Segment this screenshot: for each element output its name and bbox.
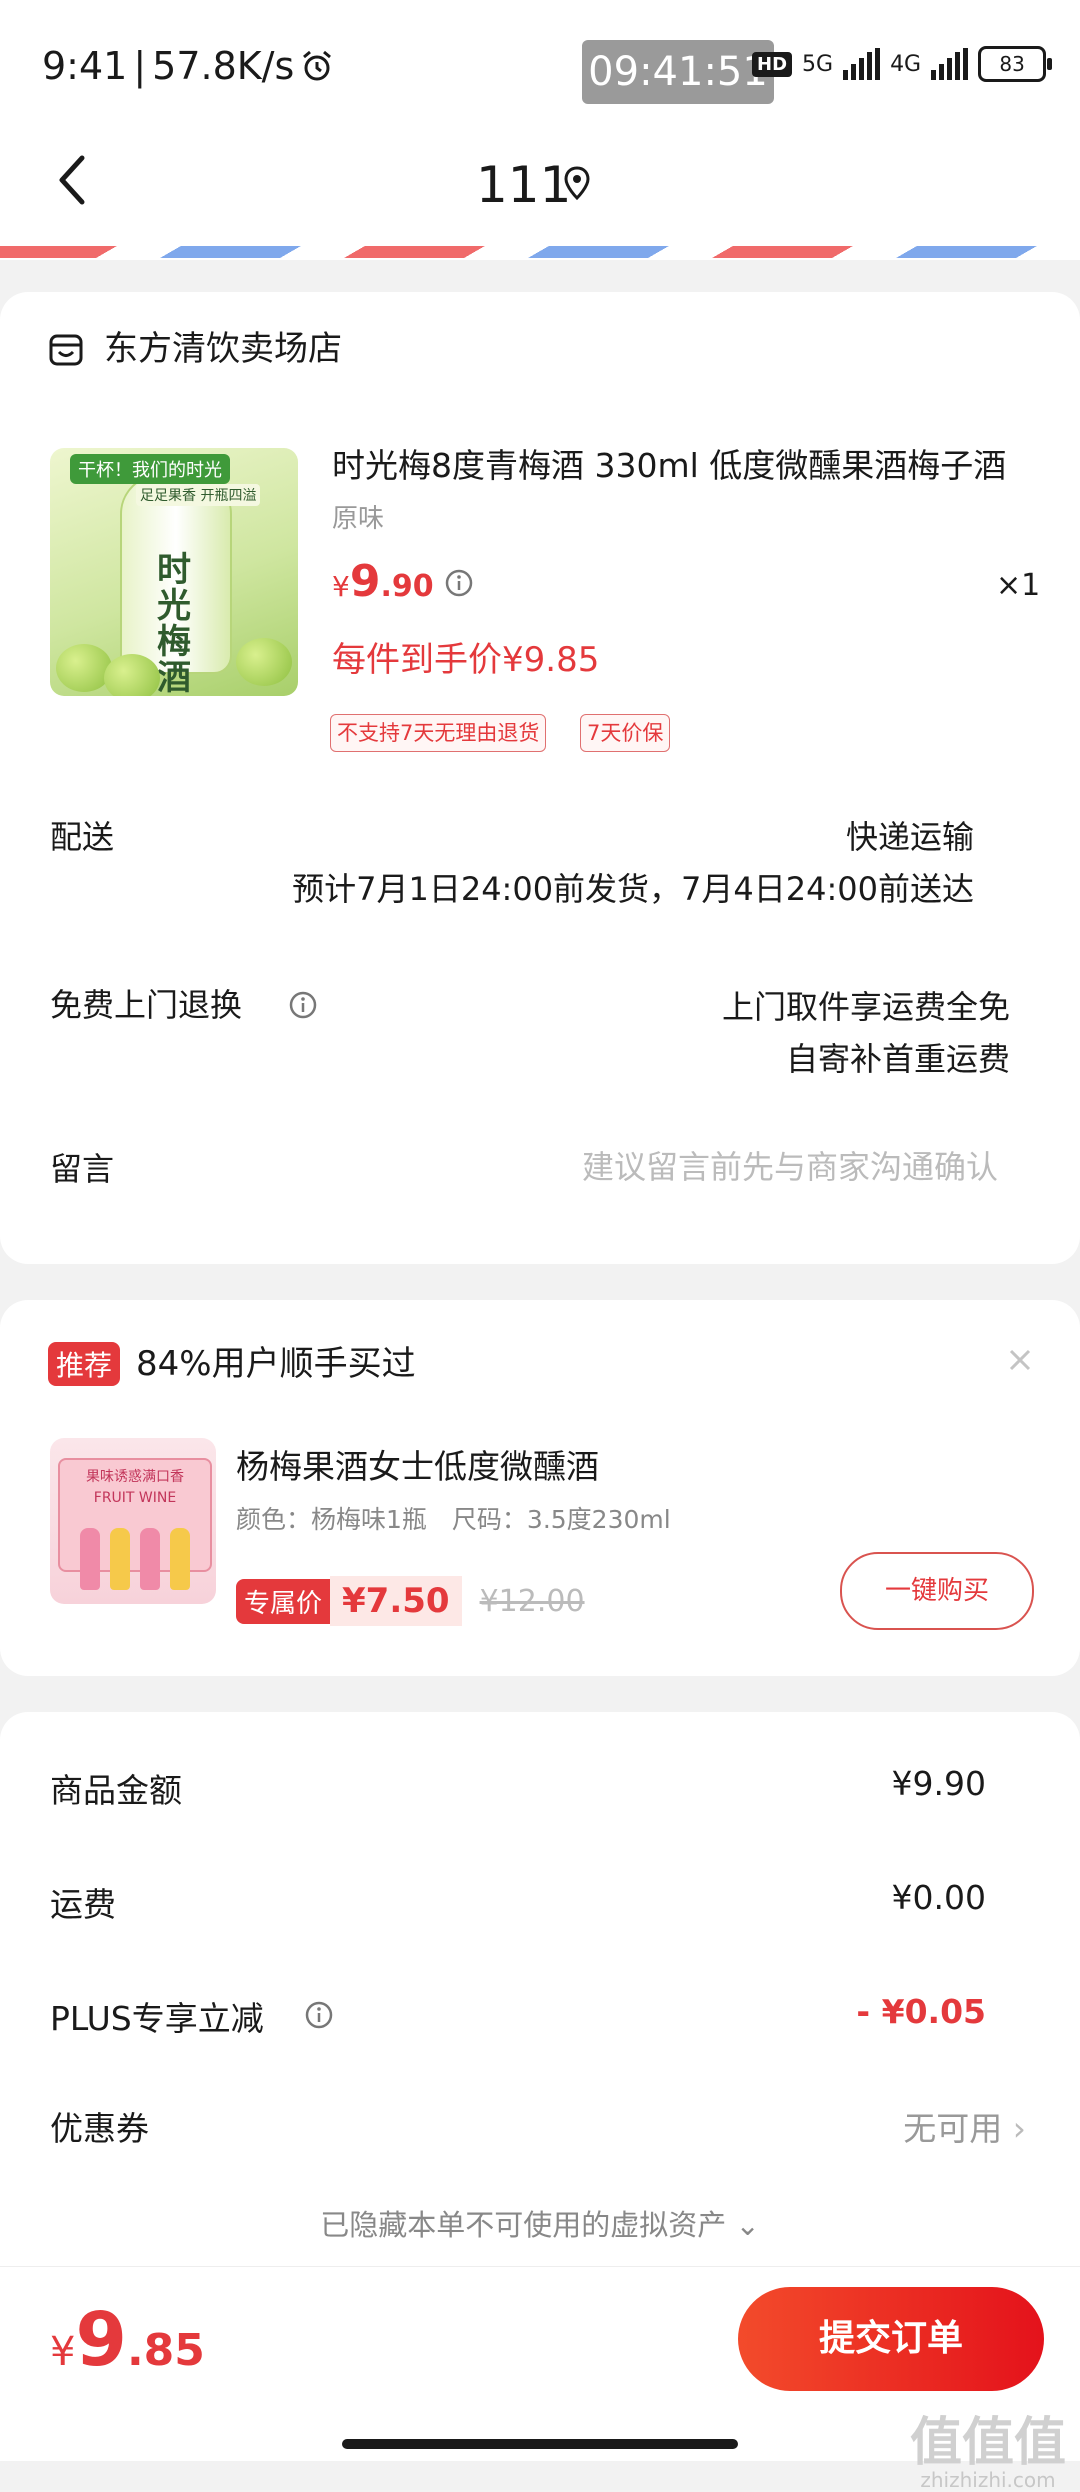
product-quantity: ×1: [996, 568, 1041, 603]
product-price: ¥9.90: [332, 556, 434, 607]
status-right: HD 5G 4G 83: [752, 46, 1053, 82]
delivery-method[interactable]: 快递运输: [846, 812, 974, 858]
delivery-label: 配送: [50, 818, 115, 856]
image-banner: 干杯！我们的时光: [70, 454, 230, 484]
no-return-tag: 不支持7天无理由退货: [330, 714, 547, 752]
recommend-price-box: 专属价 ¥7.50 ¥12.00: [236, 1576, 585, 1626]
checkout-bar: ¥9.85 提交订单 值值值 zhizhizhi.com: [0, 2266, 1080, 2491]
status-time: 9:41: [42, 44, 128, 88]
plus-discount-label: PLUS专享立减: [50, 1999, 264, 2038]
goods-amount-label: 商品金额: [50, 1771, 182, 1810]
chevron-right-icon: ›: [1012, 2109, 1026, 2148]
returns-info-icon[interactable]: [288, 990, 318, 1020]
store-name[interactable]: 东方清饮卖场店: [104, 322, 342, 376]
bottle-graphic: [110, 1528, 130, 1590]
status-net-speed: 57.8K/s: [152, 44, 295, 88]
coupon-label: 优惠券: [50, 2109, 149, 2148]
plum-graphic: [104, 654, 160, 696]
gift-box-text: 果味诱惑满口香: [86, 1469, 184, 1485]
back-arrow-icon[interactable]: [52, 150, 92, 210]
battery-icon: 83: [978, 46, 1053, 82]
total-integer: 9: [75, 2297, 127, 2383]
goods-amount-value: ¥9.90: [891, 1764, 986, 1803]
product-title[interactable]: 时光梅8度青梅酒 330ml 低度微醺果酒梅子酒: [332, 442, 1032, 490]
signal-icon-2: [931, 48, 969, 80]
returns-line1: 上门取件享运费全免: [721, 988, 1010, 1026]
coupon-value: 无可用: [903, 2109, 1003, 2148]
order-item-card: 东方清饮卖场店 干杯！我们的时光 足足果香 开瓶四溢 时光梅酒 时光梅8度青梅酒…: [0, 292, 1080, 1264]
bottle-graphic: [170, 1528, 190, 1590]
one-click-buy-button[interactable]: 一键购买: [840, 1552, 1034, 1630]
plus-info-icon[interactable]: [304, 2000, 334, 2030]
image-subtitle: 足足果香 开瓶四溢: [136, 484, 261, 506]
submit-order-button[interactable]: 提交订单: [738, 2287, 1044, 2391]
hd-icon: HD: [752, 51, 793, 77]
total-price: ¥9.85: [50, 2297, 205, 2383]
plus-discount-value: - ¥0.05: [856, 1992, 986, 2031]
recommend-item-name[interactable]: 杨梅果酒女士低度微醺酒: [236, 1440, 599, 1488]
bottle-graphic: [140, 1528, 160, 1590]
recommend-title: 84%用户顺手买过: [136, 1344, 416, 1384]
alarm-icon: [303, 50, 332, 81]
bottle-graphic: [80, 1528, 100, 1590]
signal-icon: [843, 48, 881, 80]
price-decimal: .90: [380, 569, 434, 604]
price-protect-tag[interactable]: 7天价保: [580, 714, 671, 752]
recommend-badge: 推荐: [48, 1342, 121, 1386]
memo-input[interactable]: 建议留言前先与商家沟通确认: [582, 1142, 998, 1188]
watermark: 值值值 zhizhizhi.com: [910, 2417, 1066, 2491]
plum-graphic: [236, 638, 292, 686]
recommend-card: 推荐 84%用户顺手买过 果味诱惑满口香 FRUIT WINE 杨梅果酒女士低度…: [0, 1300, 1080, 1676]
final-unit-price: 每件到手价¥9.85: [332, 640, 600, 680]
total-currency: ¥: [50, 2329, 76, 2375]
recommend-image[interactable]: 果味诱惑满口香 FRUIT WINE: [50, 1438, 216, 1604]
network-4g-label: 4G: [890, 51, 922, 77]
watermark-logo: 值值值: [909, 2413, 1066, 2473]
memo-label: 留言: [50, 1150, 115, 1188]
status-left: 9:41 | 57.8K/s: [42, 44, 334, 88]
address-title[interactable]: 111: [476, 140, 571, 230]
delivery-estimate: 预计7月1日24:00前发货，7月4日24:00前送达: [292, 870, 974, 908]
recommend-old-price: ¥12.00: [479, 1583, 585, 1619]
recommend-item-spec: 颜色：杨梅味1瓶 尺码：3.5度230ml: [236, 1505, 671, 1534]
shipping-label: 运费: [50, 1885, 116, 1924]
coupon-row[interactable]: 无可用 ›: [903, 2102, 1026, 2150]
product-image[interactable]: 干杯！我们的时光 足足果香 开瓶四溢 时光梅酒: [50, 448, 298, 696]
plum-graphic: [56, 644, 112, 692]
network-5g-label: 5G: [802, 51, 834, 77]
status-bar: 9:41 | 57.8K/s 09:41:51 HD 5G 4G 83: [0, 0, 1080, 130]
store-icon: [49, 334, 83, 366]
recommend-price: ¥7.50: [330, 1576, 462, 1626]
home-indicator[interactable]: [342, 2439, 738, 2449]
returns-line2: 自寄补首重运费: [785, 1040, 1010, 1078]
exclusive-price-tag: 专属价: [236, 1578, 331, 1624]
price-currency: ¥: [332, 570, 350, 603]
location-pin-icon[interactable]: [562, 164, 592, 204]
price-info-icon[interactable]: [444, 568, 474, 598]
airmail-border: [0, 238, 1080, 260]
hidden-assets-toggle[interactable]: 已隐藏本单不可使用的虚拟资产 ⌄: [0, 2202, 1080, 2244]
clock-overlay: 09:41:51: [582, 40, 774, 104]
returns-label: 免费上门退换: [50, 986, 243, 1024]
shipping-value: ¥0.00: [891, 1878, 986, 1917]
price-integer: 9: [349, 556, 381, 607]
product-spec: 原味: [332, 504, 385, 534]
close-icon[interactable]: [1006, 1346, 1034, 1374]
page-header: 111: [0, 130, 1080, 238]
total-decimal: .85: [126, 2325, 205, 2376]
watermark-url: zhizhizhi.com: [920, 2468, 1056, 2492]
status-divider: |: [133, 44, 147, 88]
gift-box-brand: FRUIT WINE: [93, 1490, 177, 1506]
